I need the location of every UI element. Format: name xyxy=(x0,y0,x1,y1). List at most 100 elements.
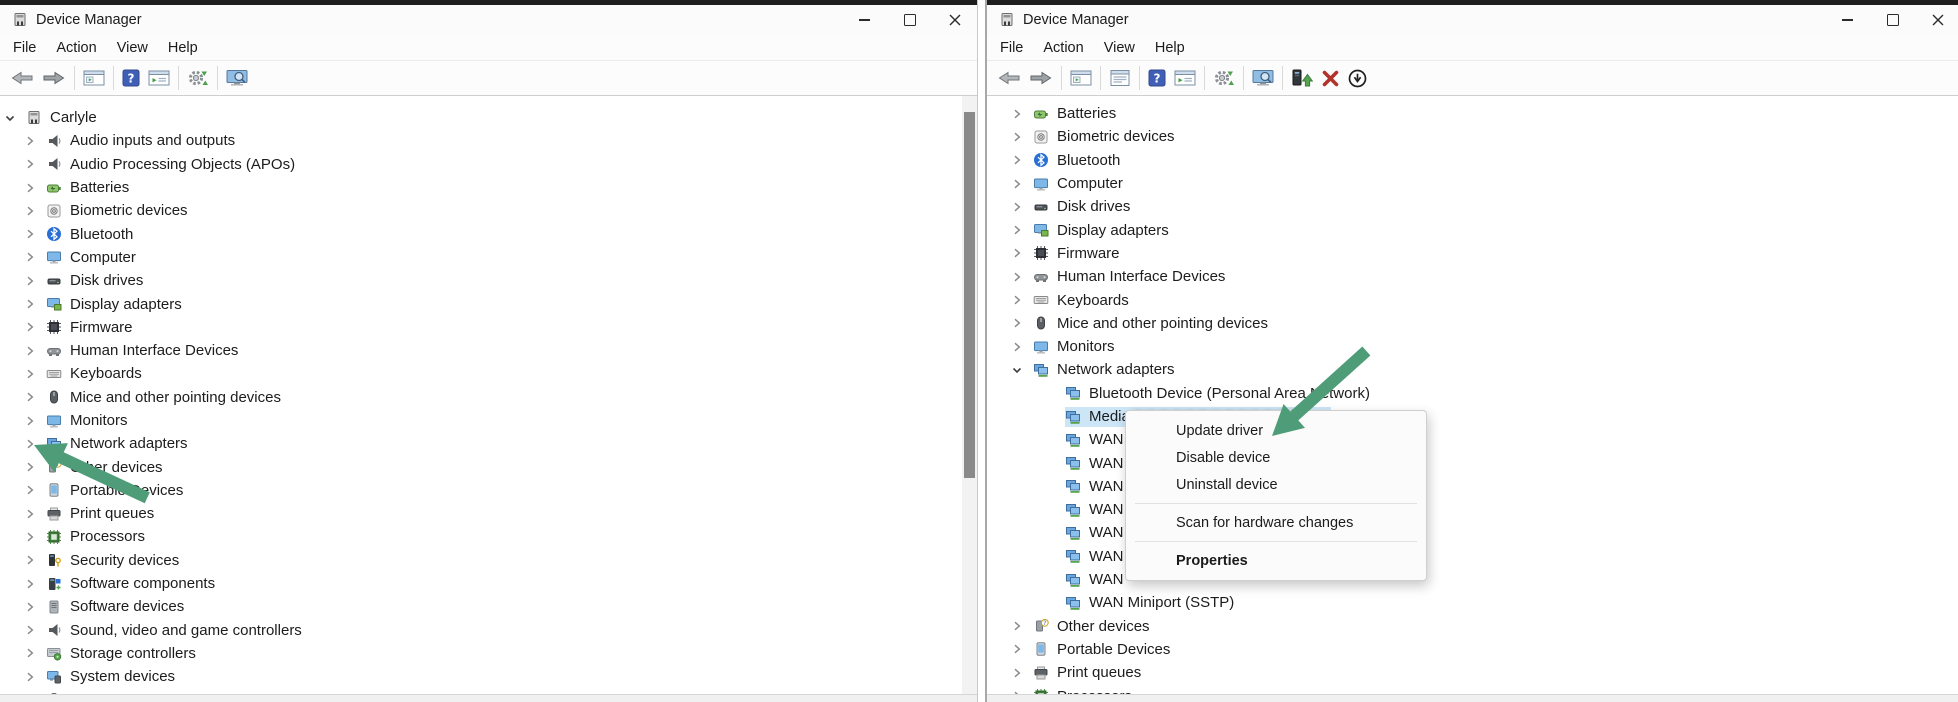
tree-item-print-queues[interactable]: Print queues xyxy=(987,661,1958,684)
menu-view[interactable]: View xyxy=(107,40,158,56)
close-button[interactable] xyxy=(932,5,977,35)
toolbar-action-pane-button[interactable] xyxy=(144,64,174,92)
chevron-right-icon[interactable] xyxy=(22,482,38,498)
chevron-right-icon[interactable] xyxy=(22,506,38,522)
tree-item-disk-drives[interactable]: Disk drives xyxy=(0,269,962,292)
tree-item-storage-controllers[interactable]: Storage controllers xyxy=(0,642,962,665)
toolbar-console-tree-button[interactable] xyxy=(79,64,109,92)
chevron-right-icon[interactable] xyxy=(22,552,38,568)
tree-item-audio-inputs-and-outputs[interactable]: Audio inputs and outputs xyxy=(0,129,962,152)
toolbar-console-tree-button[interactable] xyxy=(1066,64,1096,92)
chevron-right-icon[interactable] xyxy=(22,133,38,149)
chevron-right-icon[interactable] xyxy=(1009,339,1025,355)
chevron-right-icon[interactable] xyxy=(1009,269,1025,285)
chevron-right-icon[interactable] xyxy=(22,273,38,289)
maximize-button[interactable] xyxy=(1870,5,1915,35)
menu-help[interactable]: Help xyxy=(1145,40,1195,56)
tree-item-other-devices[interactable]: ? Other devices xyxy=(0,455,962,478)
tree-item-processors[interactable]: Processors xyxy=(0,525,962,548)
chevron-down-icon[interactable] xyxy=(1009,362,1025,378)
menu-help[interactable]: Help xyxy=(158,40,208,56)
chevron-right-icon[interactable] xyxy=(22,389,38,405)
chevron-right-icon[interactable] xyxy=(22,180,38,196)
toolbar-back-button[interactable] xyxy=(6,64,38,92)
tree-item-biometric-devices[interactable]: Biometric devices xyxy=(987,125,1958,148)
tree-item-bluetooth-device-personal-area-network[interactable]: Bluetooth Device (Personal Area Network) xyxy=(987,382,1958,405)
tree-item-batteries[interactable]: Batteries xyxy=(987,102,1958,125)
tree-item-keyboards[interactable]: Keyboards xyxy=(0,362,962,385)
menu-file[interactable]: File xyxy=(990,40,1033,56)
tree-item-monitors[interactable]: Monitors xyxy=(987,335,1958,358)
chevron-right-icon[interactable] xyxy=(22,343,38,359)
context-menu-item-uninstall-device[interactable]: Uninstall device xyxy=(1126,471,1426,498)
chevron-right-icon[interactable] xyxy=(1009,199,1025,215)
toolbar-properties-button[interactable] xyxy=(1105,64,1135,92)
tree-item-mice-and-other-pointing-devices[interactable]: Mice and other pointing devices xyxy=(0,386,962,409)
menu-file[interactable]: File xyxy=(3,40,46,56)
chevron-right-icon[interactable] xyxy=(22,436,38,452)
tree-item-monitors[interactable]: Monitors xyxy=(0,409,962,432)
tree-item-network-adapters[interactable]: Network adapters xyxy=(0,432,962,455)
chevron-right-icon[interactable] xyxy=(22,599,38,615)
chevron-right-icon[interactable] xyxy=(1009,641,1025,657)
minimize-button[interactable] xyxy=(1825,5,1870,35)
tree-item-other-devices[interactable]: ? Other devices xyxy=(987,615,1958,638)
tree-item-batteries[interactable]: Batteries xyxy=(0,176,962,199)
tree-item-wan-miniport-sstp[interactable]: WAN Miniport (SSTP) xyxy=(987,591,1958,614)
toolbar-forward-button[interactable] xyxy=(38,64,70,92)
tree-item-bluetooth[interactable]: Bluetooth xyxy=(0,222,962,245)
vertical-scrollbar[interactable] xyxy=(962,96,977,695)
tree-item-human-interface-devices[interactable]: Human Interface Devices xyxy=(987,265,1958,288)
menu-view[interactable]: View xyxy=(1094,40,1145,56)
context-menu-item-disable-device[interactable]: Disable device xyxy=(1126,444,1426,471)
menu-action[interactable]: Action xyxy=(1033,40,1093,56)
chevron-right-icon[interactable] xyxy=(1009,129,1025,145)
chevron-right-icon[interactable] xyxy=(22,459,38,475)
chevron-right-icon[interactable] xyxy=(1009,292,1025,308)
tree-item-bluetooth[interactable]: Bluetooth xyxy=(987,149,1958,172)
chevron-down-icon[interactable] xyxy=(2,110,18,126)
chevron-right-icon[interactable] xyxy=(22,249,38,265)
maximize-button[interactable] xyxy=(887,5,932,35)
tree-item-sound-video-and-game-controllers[interactable]: Sound, video and game controllers xyxy=(0,619,962,642)
minimize-button[interactable] xyxy=(842,5,887,35)
chevron-right-icon[interactable] xyxy=(22,296,38,312)
toolbar-scan-hardware-button[interactable] xyxy=(183,64,213,92)
chevron-right-icon[interactable] xyxy=(1009,245,1025,261)
context-menu-item-update-driver[interactable]: Update driver xyxy=(1126,417,1426,444)
chevron-right-icon[interactable] xyxy=(22,366,38,382)
tree-item-print-queues[interactable]: Print queues xyxy=(0,502,962,525)
tree-item-computer[interactable]: Computer xyxy=(0,246,962,269)
tree-item-human-interface-devices[interactable]: Human Interface Devices xyxy=(0,339,962,362)
toolbar-remote-desktop-button[interactable] xyxy=(1248,64,1278,92)
chevron-right-icon[interactable] xyxy=(22,622,38,638)
tree-item-software-devices[interactable]: Software devices xyxy=(0,595,962,618)
tree-item-mice-and-other-pointing-devices[interactable]: Mice and other pointing devices xyxy=(987,312,1958,335)
context-menu-item-properties[interactable]: Properties xyxy=(1126,547,1426,574)
tree-item-portable-devices[interactable]: Portable Devices xyxy=(0,479,962,502)
chevron-right-icon[interactable] xyxy=(1009,152,1025,168)
tree-item-audio-processing-objects-apos[interactable]: Audio Processing Objects (APOs) xyxy=(0,153,962,176)
chevron-right-icon[interactable] xyxy=(22,203,38,219)
chevron-right-icon[interactable] xyxy=(1009,665,1025,681)
tree-item-keyboards[interactable]: Keyboards xyxy=(987,288,1958,311)
scrollbar-thumb[interactable] xyxy=(964,112,975,478)
toolbar-help-button[interactable]: ? xyxy=(1144,64,1170,92)
chevron-right-icon[interactable] xyxy=(22,669,38,685)
menu-action[interactable]: Action xyxy=(46,40,106,56)
chevron-right-icon[interactable] xyxy=(1009,315,1025,331)
tree-item-security-devices[interactable]: Security devices xyxy=(0,549,962,572)
tree-item-display-adapters[interactable]: Display adapters xyxy=(0,292,962,315)
chevron-right-icon[interactable] xyxy=(22,319,38,335)
chevron-right-icon[interactable] xyxy=(1009,222,1025,238)
context-menu-item-scan-for-hardware-changes[interactable]: Scan for hardware changes xyxy=(1126,509,1426,536)
tree-item-firmware[interactable]: Firmware xyxy=(0,316,962,339)
tree-item-firmware[interactable]: Firmware xyxy=(987,242,1958,265)
chevron-right-icon[interactable] xyxy=(22,576,38,592)
toolbar-disable-button[interactable] xyxy=(1344,64,1371,92)
tree-item-network-adapters[interactable]: Network adapters xyxy=(987,358,1958,381)
toolbar-action-pane-button[interactable] xyxy=(1170,64,1200,92)
chevron-right-icon[interactable] xyxy=(22,529,38,545)
chevron-right-icon[interactable] xyxy=(1009,106,1025,122)
tree-item-computer[interactable]: Computer xyxy=(987,172,1958,195)
